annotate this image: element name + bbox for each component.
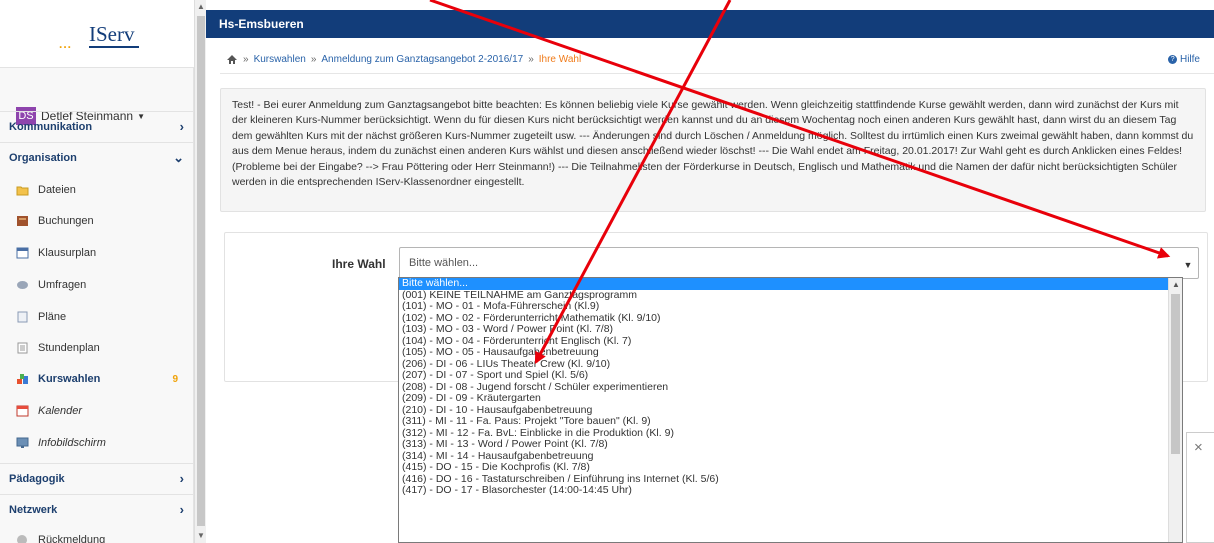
chevron-down-icon: ⌄ [173,149,184,165]
course-dropdown-list[interactable]: Bitte wählen... (001) KEINE TEILNAHME am… [398,277,1183,543]
dropdown-option[interactable]: (103) - MO - 03 - Word / Power Point (Kl… [399,323,1182,336]
sidebar-section-netzwerk[interactable]: Netzwerk › [0,494,194,524]
breadcrumb-anmeldung[interactable]: Anmeldung zum Ganztagsangebot 2-2016/17 [321,54,523,65]
plan-icon [16,311,29,323]
sidebar-scrollbar[interactable]: ▲ ▼ [194,0,206,543]
scroll-up-icon[interactable]: ▲ [1169,278,1182,292]
page-header: Hs-Emsbueren [206,10,1214,38]
breadcrumb-current: Ihre Wahl [538,54,582,65]
section-label: Organisation [9,151,77,164]
info-box: Test! - Bei eurer Anmeldung zum Ganztags… [220,88,1206,212]
info-text: Test! - Bei eurer Anmeldung zum Ganztags… [232,99,1194,189]
breadcrumb-kurswahlen[interactable]: Kurswahlen [254,54,306,65]
breadcrumb-separator: » [310,54,317,65]
school-title: Hs-Emsbueren [219,17,304,31]
chevron-right-icon: › [179,471,184,486]
help-icon: ? [1168,54,1178,64]
help-link[interactable]: ? Hilfe [1168,54,1200,65]
monitor-icon [16,437,29,449]
dropdown-option[interactable]: (311) - MI - 11 - Fa. Paus: Projekt "Tor… [399,415,1182,428]
feedback-icon [16,534,29,543]
scroll-thumb[interactable] [197,16,205,526]
sidebar: ... IServ DS Detlef Steinmann ▼ Kommunik… [0,0,194,543]
sidebar-item-label: Buchungen [38,215,94,227]
sidebar-item-label: Rückmeldung [38,534,106,543]
form-label: Ihre Wahl [332,257,386,271]
dropdown-option[interactable]: (209) - DI - 09 - Kräutergarten [399,392,1182,405]
sidebar-item-kalender[interactable]: Kalender [0,396,194,426]
sidebar-section-organisation[interactable]: Organisation ⌄ [0,142,194,172]
breadcrumb-separator: » [243,54,249,65]
booking-icon [16,215,29,227]
dropdown-option[interactable]: Bitte wählen... [399,278,1182,290]
sidebar-item-label: Klausurplan [38,247,97,259]
course-select[interactable]: Bitte wählen... ▼ [399,247,1199,279]
notification-panel: × [1186,432,1214,543]
sidebar-item-label: Dateien [38,184,76,196]
home-icon[interactable] [226,54,238,65]
sidebar-item-label: Kurswahlen [38,373,101,385]
logo-text: IServ [89,22,135,46]
sidebar-item-label: Infobildschirm [38,437,106,449]
sidebar-section-kommunikation[interactable]: Kommunikation › [0,111,194,141]
page: ... IServ DS Detlef Steinmann ▼ Kommunik… [0,0,1214,543]
sidebar-item-infobildschirm[interactable]: Infobildschirm [0,428,194,458]
sidebar-item-klausurplan[interactable]: Klausurplan [0,238,194,268]
iserv-logo[interactable]: ... IServ [0,0,194,68]
dropdown-scrollbar[interactable]: ▲ [1168,278,1182,542]
dropdown-option[interactable]: (207) - DI - 07 - Sport und Spiel (Kl. 5… [399,369,1182,382]
chevron-right-icon: › [179,119,184,134]
survey-icon [16,279,29,291]
close-icon[interactable]: × [1194,439,1203,456]
sidebar-item-dateien[interactable]: Dateien [0,175,194,205]
select-value: Bitte wählen... [409,257,479,269]
timetable-icon [16,342,29,354]
sidebar-item-rueckmeldung[interactable]: Rückmeldung [0,530,194,543]
dropdown-option[interactable]: (415) - DO - 15 - Die Kochprofis (Kl. 7/… [399,461,1182,474]
sidebar-item-kurswahlen[interactable]: Kurswahlen 9 [0,364,194,394]
breadcrumb: » Kurswahlen » Anmeldung zum Ganztagsang… [226,54,581,65]
calendar-icon [16,405,29,417]
chevron-right-icon: › [179,502,184,517]
sidebar-item-label: Kalender [38,405,83,417]
section-label: Pädagogik [9,472,65,485]
chevron-down-icon[interactable]: ▼ [1181,258,1195,272]
section-label: Netzwerk [9,503,58,516]
sidebar-item-label: Pläne [38,311,67,323]
logo-underline [89,46,139,48]
logo-dots-icon: ... [59,37,73,51]
dropdown-option[interactable]: (417) - DO - 17 - Blasorchester (14:00-1… [399,484,1182,497]
sidebar-item-label: Stundenplan [38,342,100,354]
sidebar-item-plaene[interactable]: Pläne [0,302,194,332]
folder-icon [16,184,29,196]
section-label: Kommunikation [9,120,93,133]
help-label: Hilfe [1179,54,1200,65]
dropdown-option[interactable]: (313) - MI - 13 - Word / Power Point (Kl… [399,438,1182,451]
breadcrumb-separator: » [528,54,534,65]
dropdown-option[interactable]: (101) - MO - 01 - Mofa-Führerschein (Kl.… [399,300,1182,313]
course-icon [16,373,29,385]
calendar-icon [16,247,29,259]
dropdown-option[interactable]: (105) - MO - 05 - Hausaufgabenbetreuung [399,346,1182,359]
sidebar-item-stundenplan[interactable]: Stundenplan [0,333,194,363]
kurswahlen-badge: 9 [172,373,178,385]
scroll-thumb[interactable] [1171,294,1180,454]
divider [220,73,1214,74]
sidebar-section-paedagogik[interactable]: Pädagogik › [0,463,194,493]
sidebar-item-label: Umfragen [38,279,87,291]
sidebar-item-umfragen[interactable]: Umfragen [0,270,194,300]
sidebar-item-buchungen[interactable]: Buchungen [0,206,194,236]
